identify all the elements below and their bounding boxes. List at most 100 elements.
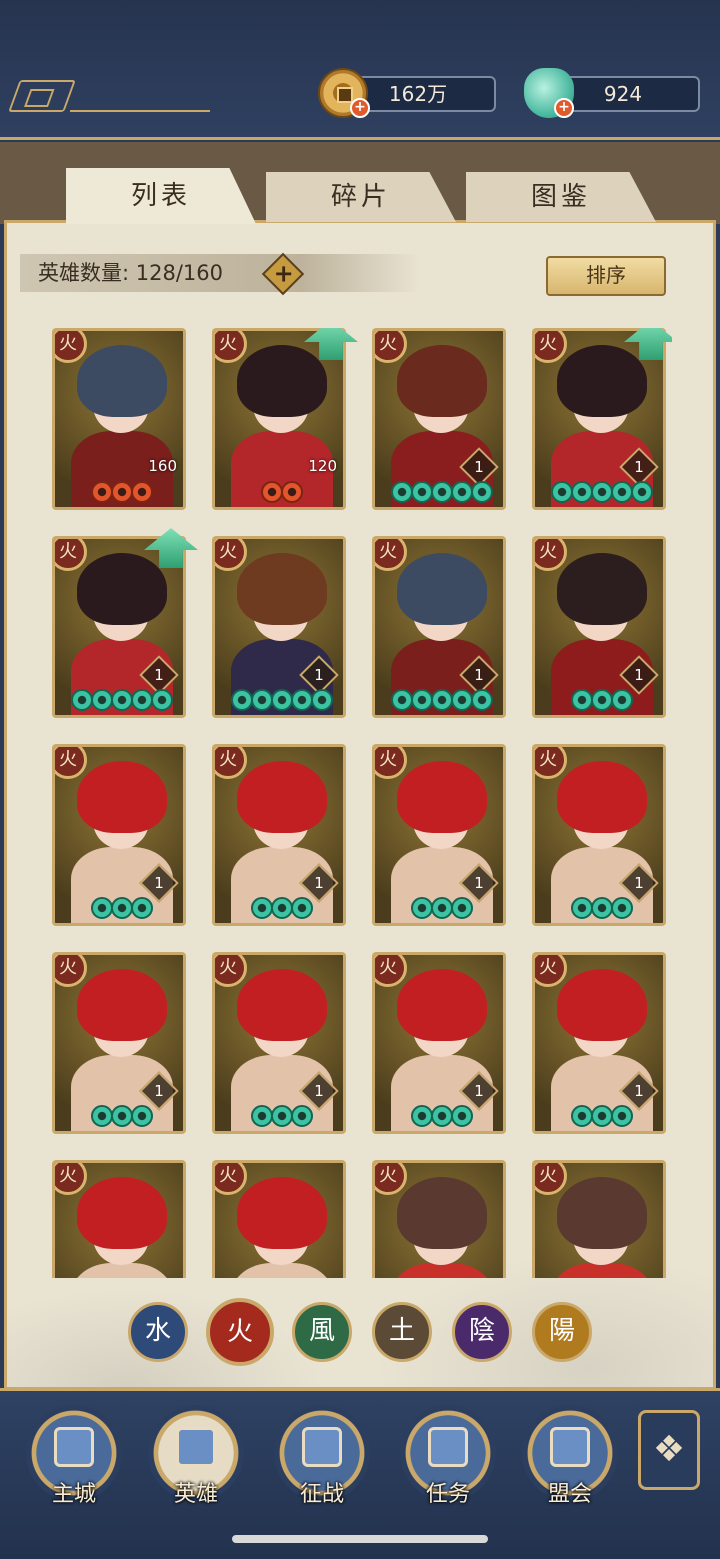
star-icon bbox=[471, 481, 493, 503]
sort-button[interactable]: 排序 bbox=[546, 256, 666, 296]
star-icon bbox=[611, 689, 633, 711]
star-icon bbox=[411, 897, 433, 919]
star-rating bbox=[215, 897, 343, 923]
hero-portrait-hair bbox=[397, 553, 487, 625]
hero-level: 1 bbox=[634, 458, 644, 476]
hero-level: 1 bbox=[474, 458, 484, 476]
star-icon bbox=[91, 1105, 113, 1127]
star-rating bbox=[375, 689, 503, 715]
star-icon bbox=[131, 481, 153, 503]
hero-portrait-hair bbox=[237, 1177, 327, 1249]
hero-card[interactable]: 火1 bbox=[372, 744, 506, 926]
star-icon bbox=[131, 689, 153, 711]
star-icon bbox=[111, 897, 133, 919]
star-icon bbox=[451, 481, 473, 503]
star-rating bbox=[375, 897, 503, 923]
star-icon bbox=[91, 897, 113, 919]
star-icon bbox=[571, 897, 593, 919]
star-icon bbox=[571, 481, 593, 503]
tab-list-label: 列表 bbox=[130, 181, 191, 211]
hero-card[interactable]: 火 160 bbox=[52, 328, 186, 510]
hero-portrait-hair bbox=[557, 761, 647, 833]
nav-label: 征战 bbox=[299, 1482, 344, 1507]
menu-grid-icon[interactable]: ❖ bbox=[638, 1410, 700, 1490]
element-filter-button[interactable]: 風 bbox=[292, 1302, 352, 1362]
hero-card[interactable]: 火1 bbox=[212, 536, 346, 718]
war-drum-icon bbox=[302, 1427, 342, 1467]
hero-level: 1 bbox=[154, 666, 164, 684]
hero-portrait-hair bbox=[77, 761, 167, 833]
hero-card[interactable]: 火 bbox=[212, 1160, 346, 1278]
menu-emblem-icon[interactable] bbox=[8, 80, 76, 112]
star-icon bbox=[111, 1105, 133, 1127]
star-icon bbox=[451, 1105, 473, 1127]
nav-label: 英雄 bbox=[173, 1482, 218, 1507]
hero-count: 英雄数量: 128/160 bbox=[20, 254, 420, 292]
element-filter-button[interactable]: 陰 bbox=[452, 1302, 512, 1362]
hero-level: 1 bbox=[474, 1082, 484, 1100]
star-icon bbox=[91, 689, 113, 711]
hero-card[interactable]: 火 bbox=[52, 1160, 186, 1278]
guild-hall-icon bbox=[550, 1427, 590, 1467]
hero-portrait-hair bbox=[77, 345, 167, 417]
hero-level: 1 bbox=[314, 666, 324, 684]
star-icon bbox=[571, 689, 593, 711]
star-icon bbox=[251, 689, 273, 711]
divider bbox=[70, 110, 210, 112]
star-icon bbox=[451, 689, 473, 711]
hero-portrait-icon bbox=[176, 1427, 216, 1467]
star-icon bbox=[431, 689, 453, 711]
hero-portrait-hair bbox=[557, 969, 647, 1041]
hero-portrait-hair bbox=[557, 553, 647, 625]
hero-level: 1 bbox=[314, 874, 324, 892]
hero-card[interactable]: 火1 bbox=[52, 952, 186, 1134]
star-icon bbox=[431, 1105, 453, 1127]
hero-card[interactable]: 火1 bbox=[372, 536, 506, 718]
star-icon bbox=[431, 481, 453, 503]
element-filter-button[interactable]: 水 bbox=[128, 1302, 188, 1362]
star-icon bbox=[551, 481, 573, 503]
hero-portrait-hair bbox=[397, 345, 487, 417]
star-icon bbox=[471, 689, 493, 711]
hero-card[interactable]: 火1 bbox=[212, 952, 346, 1134]
hero-card[interactable]: 火1 bbox=[532, 952, 666, 1134]
scroll-icon bbox=[428, 1427, 468, 1467]
hero-card[interactable]: 火1 bbox=[52, 744, 186, 926]
star-rating bbox=[215, 1105, 343, 1131]
hero-card[interactable]: 火1 bbox=[532, 744, 666, 926]
star-icon bbox=[391, 689, 413, 711]
tab-fragments[interactable]: 碎片 bbox=[266, 172, 456, 222]
star-icon bbox=[271, 689, 293, 711]
hero-portrait-hair bbox=[237, 969, 327, 1041]
star-icon bbox=[281, 481, 303, 503]
hero-portrait-hair bbox=[397, 1177, 487, 1249]
hero-card[interactable]: 火1 bbox=[532, 536, 666, 718]
tab-codex[interactable]: 图鉴 bbox=[466, 172, 656, 222]
element-filter-button[interactable]: 陽 bbox=[532, 1302, 592, 1362]
star-rating bbox=[55, 897, 183, 923]
hero-portrait-hair bbox=[397, 969, 487, 1041]
hero-card[interactable]: 火1 bbox=[372, 952, 506, 1134]
star-icon bbox=[391, 481, 413, 503]
hero-card[interactable]: 火1 bbox=[372, 328, 506, 510]
star-icon bbox=[411, 1105, 433, 1127]
element-filter-button[interactable]: 土 bbox=[372, 1302, 432, 1362]
hero-level: 120 bbox=[308, 457, 337, 475]
star-rating bbox=[535, 689, 663, 715]
star-icon bbox=[71, 689, 93, 711]
hero-level: 1 bbox=[634, 874, 644, 892]
hero-card[interactable]: 火 bbox=[372, 1160, 506, 1278]
add-jade-icon[interactable]: + bbox=[554, 98, 574, 118]
star-icon bbox=[631, 481, 653, 503]
star-icon bbox=[451, 897, 473, 919]
star-rating bbox=[55, 481, 183, 507]
hero-card[interactable]: 火1 bbox=[212, 744, 346, 926]
hero-card[interactable]: 火 bbox=[532, 1160, 666, 1278]
star-icon bbox=[591, 689, 613, 711]
add-coins-icon[interactable]: + bbox=[350, 98, 370, 118]
star-rating bbox=[535, 1105, 663, 1131]
home-indicator bbox=[232, 1535, 488, 1543]
element-filter-button[interactable]: 火 bbox=[206, 1298, 274, 1366]
hero-level: 160 bbox=[148, 457, 177, 475]
tab-list[interactable]: 列表 bbox=[66, 168, 256, 224]
